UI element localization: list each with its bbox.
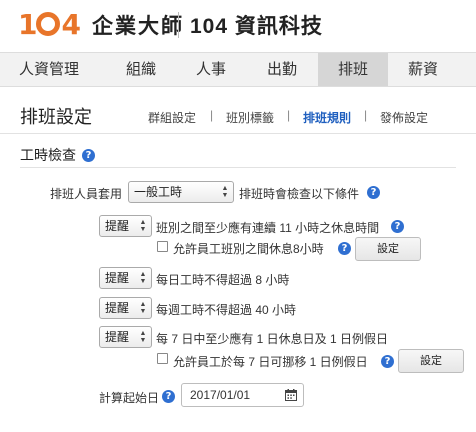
section-title: 工時檢查 [20, 145, 76, 165]
select-arrows-icon: ▲ ▼ [139, 219, 147, 233]
rule-level-value: 提醒 [105, 330, 130, 344]
company-name: 104 資訊科技 [190, 15, 323, 38]
nav-item-payroll[interactable]: 薪資 [388, 53, 458, 86]
brand-divider [178, 12, 179, 38]
subnav-shift-tags[interactable]: 班別標籤 [226, 109, 274, 126]
subnav-group-settings[interactable]: 群組設定 [148, 109, 196, 126]
section-title-text: 工時檢查 [20, 147, 76, 163]
apply-suffix: 排班時會檢查以下條件 [239, 187, 360, 201]
select-arrows-icon: ▲ ▼ [139, 271, 147, 285]
nav-item-attendance[interactable]: 出勤 [246, 53, 318, 86]
rule-level-select[interactable]: 提醒 ▲ ▼ [99, 267, 152, 289]
brand-name: 企業大師 [92, 15, 184, 38]
select-arrows-icon: ▲ ▼ [139, 301, 147, 315]
select-arrows-icon: ▲ ▼ [221, 185, 229, 199]
work-hours-type-value: 一般工時 [134, 185, 183, 199]
rule-text: 班別之間至少應有連續 11 小時之休息時間 [156, 221, 380, 235]
rule-text: 每 7 日中至少應有 1 日休息日及 1 日例假日 [156, 332, 389, 346]
nav-item-hr-admin[interactable]: 人資管理 [0, 53, 98, 86]
logo-ring [36, 12, 61, 36]
allow-8h-rest-checkbox[interactable] [157, 241, 168, 252]
rule-level-select[interactable]: 提醒 ▲ ▼ [99, 215, 152, 237]
rule-level-select[interactable]: 提醒 ▲ ▼ [99, 326, 152, 348]
rule-level-select[interactable]: 提醒 ▲ ▼ [99, 297, 152, 319]
logo-digit-1: 1 [18, 7, 38, 41]
help-icon[interactable]: ? [381, 355, 394, 368]
nav-item-scheduling[interactable]: 排班 [318, 53, 388, 86]
help-icon[interactable]: ? [391, 220, 404, 233]
rule-level-value: 提醒 [105, 271, 130, 285]
start-date-value: 2017/01/01 [190, 388, 251, 402]
rule-level-value: 提醒 [105, 301, 130, 315]
select-arrows-icon: ▲ ▼ [139, 330, 147, 344]
subnav-separator: | [287, 108, 291, 122]
divider [0, 133, 476, 134]
settings-button[interactable]: 設定 [398, 349, 464, 373]
subnav-separator: | [210, 108, 214, 122]
allow-move-rest-day-label: 允許員工於每 7 日可挪移 1 日例假日 [173, 355, 368, 369]
104-logo[interactable]: 1 4 [18, 7, 81, 41]
allow-move-rest-day-checkbox[interactable] [157, 353, 168, 364]
section-divider [20, 167, 456, 168]
start-date-input[interactable]: 2017/01/01 [181, 383, 304, 407]
app-header: 1 4 企業大師 104 資訊科技 [0, 0, 476, 50]
rule-level-value: 提醒 [105, 219, 130, 233]
help-icon[interactable]: ? [338, 242, 351, 255]
calendar-icon[interactable] [285, 389, 297, 401]
apply-label: 排班人員套用 [50, 187, 123, 201]
subnav-separator: | [364, 108, 368, 122]
help-icon[interactable]: ? [162, 390, 175, 403]
logo-digit-4: 4 [61, 7, 81, 41]
allow-8h-rest-label: 允許員工班別之間休息8小時 [173, 242, 324, 256]
nav-item-organization[interactable]: 組織 [106, 53, 176, 86]
page-title: 排班設定 [20, 107, 92, 127]
subnav-publish-settings[interactable]: 發佈設定 [380, 109, 428, 126]
rule-text: 每週工時不得超過 40 小時 [156, 303, 297, 317]
nav-item-personnel[interactable]: 人事 [176, 53, 246, 86]
settings-button[interactable]: 設定 [355, 237, 421, 261]
work-hours-type-select[interactable]: 一般工時 ▲ ▼ [128, 181, 234, 203]
rule-text: 每日工時不得超過 8 小時 [156, 273, 290, 287]
start-date-label: 計算起始日 [99, 391, 160, 405]
main-nav: 人資管理 組織 人事 出勤 排班 薪資 [0, 52, 476, 87]
subnav-scheduling-rules[interactable]: 排班規則 [303, 109, 351, 126]
help-icon[interactable]: ? [367, 186, 380, 199]
help-icon[interactable]: ? [82, 149, 95, 162]
